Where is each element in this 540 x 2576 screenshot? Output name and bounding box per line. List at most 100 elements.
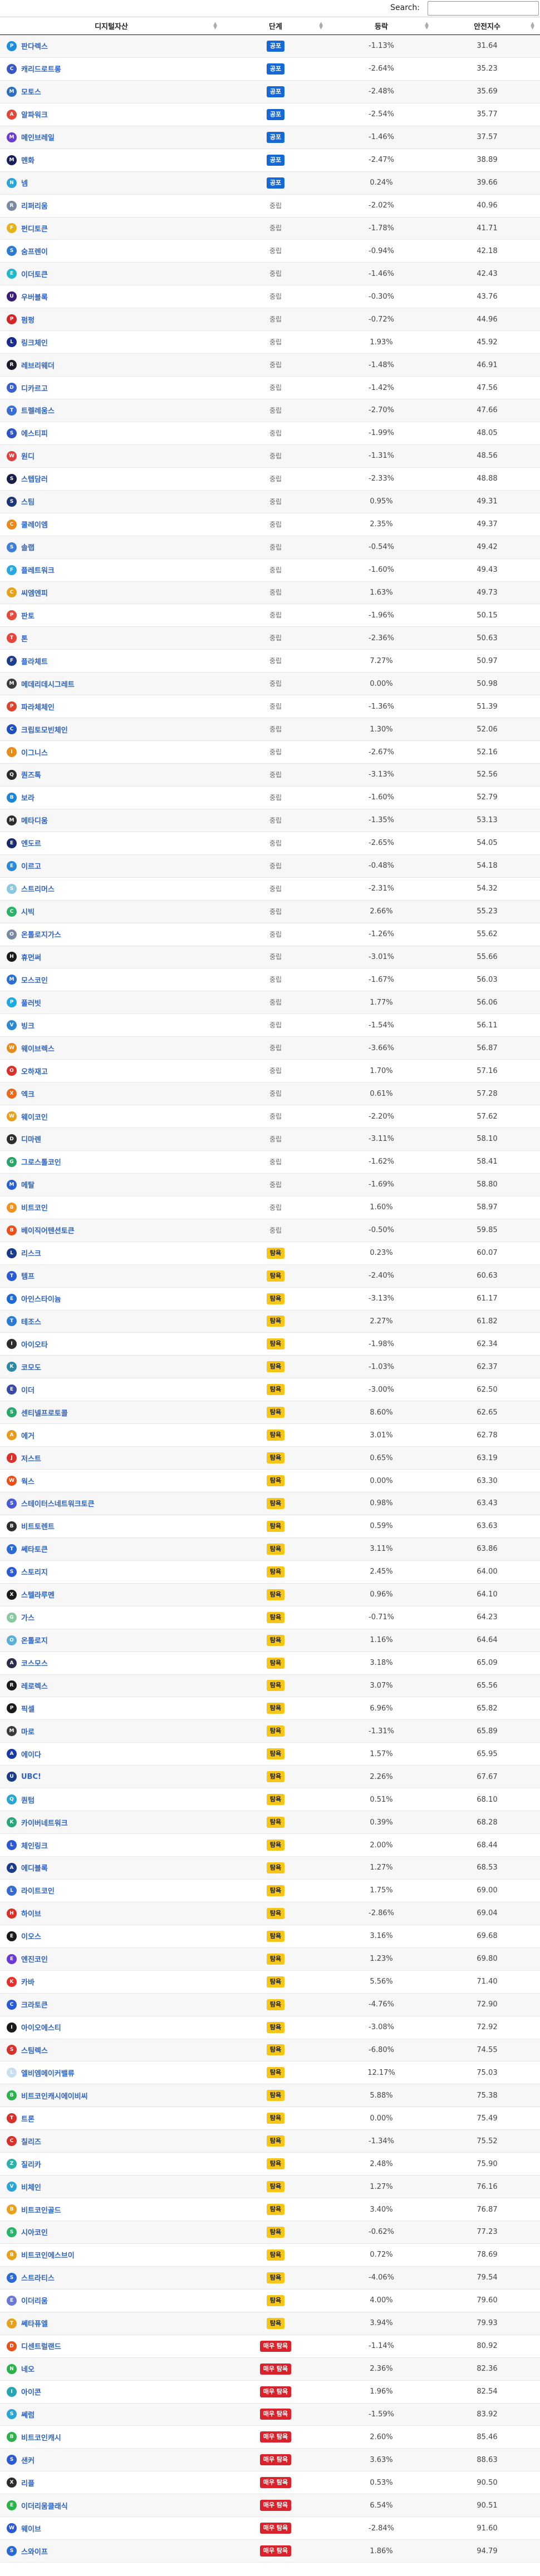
coin-link[interactable]: A 알파워크 (7, 109, 48, 120)
coin-link[interactable]: T 트렐레움스 (7, 405, 55, 416)
coin-link[interactable]: A 에디블록 (7, 1862, 48, 1873)
coin-link[interactable]: T 쎄타퓨엘 (7, 2318, 48, 2328)
coin-link[interactable]: C 쿨레이엠 (7, 519, 48, 530)
coin-link[interactable]: T 쎄타토큰 (7, 1544, 48, 1554)
coin-link[interactable]: P 파라체체인 (7, 701, 55, 712)
coin-link[interactable]: A 코스모스 (7, 1658, 48, 1668)
coin-link[interactable]: O 온톨로지 (7, 1635, 48, 1645)
coin-link[interactable]: S 솔랩 (7, 542, 35, 552)
coin-link[interactable]: P 픽셀 (7, 1703, 35, 1714)
coin-link[interactable]: S 스텝담러 (7, 473, 48, 484)
coin-link[interactable]: X 스텔라루멘 (7, 1589, 55, 1600)
coin-link[interactable]: M 마로 (7, 1726, 35, 1737)
coin-link[interactable]: L 체인링크 (7, 1840, 48, 1851)
coin-link[interactable]: L 리스크 (7, 1248, 41, 1258)
coin-link[interactable]: O 오하재고 (7, 1066, 48, 1076)
coin-link[interactable]: E 이르고 (7, 861, 41, 871)
coin-link[interactable]: M 메인브레일 (7, 132, 55, 142)
coin-link[interactable]: D 디센트럴랜드 (7, 2341, 61, 2351)
coin-link[interactable]: E 엔도르 (7, 838, 41, 848)
coin-link[interactable]: F 플레트워크 (7, 565, 55, 575)
coin-link[interactable]: Q 퀀텀 (7, 1794, 35, 1805)
coin-link[interactable]: P 풀러빗 (7, 997, 41, 1008)
coin-link[interactable]: F 플라체트 (7, 656, 48, 666)
coin-link[interactable]: B 비트코인캐시에이비씨 (7, 2090, 88, 2101)
coin-link[interactable]: F 펀디토큰 (7, 223, 48, 234)
coin-link[interactable]: P 펌펑 (7, 314, 35, 325)
coin-link[interactable]: A 에이다 (7, 1749, 41, 1759)
coin-link[interactable]: T 트론 (7, 2113, 35, 2124)
coin-link[interactable]: H 하이브 (7, 1908, 41, 1919)
coin-link[interactable]: C 칠리즈 (7, 2136, 41, 2147)
coin-link[interactable]: C 캐리드로트롱 (7, 63, 61, 74)
coin-link[interactable]: N넴 (7, 177, 28, 188)
coin-link[interactable]: B 비트코인에스브이 (7, 2249, 75, 2260)
coin-link[interactable]: P 판다렉스 (7, 41, 48, 51)
coin-link[interactable]: E 이더리움 (7, 2295, 48, 2306)
coin-link[interactable]: E 이오스 (7, 1931, 41, 1941)
coin-link[interactable]: L 링크체인 (7, 337, 48, 348)
coin-link[interactable]: R 리퍼리움 (7, 200, 48, 211)
coin-link[interactable]: E 이더 (7, 1385, 35, 1395)
coin-link[interactable]: I 아이오에스티 (7, 2022, 61, 2033)
coin-link[interactable]: S 시아코인 (7, 2227, 48, 2237)
search-input[interactable] (428, 1, 539, 16)
coin-link[interactable]: S 스와이프 (7, 2546, 48, 2557)
coin-link[interactable]: S 센티넬프로토콜 (7, 1407, 68, 1418)
coin-link[interactable]: B 비트코인 (7, 1202, 48, 1213)
coin-link[interactable]: V 빙크 (7, 1020, 35, 1031)
coin-link[interactable]: S 스팀 (7, 496, 35, 507)
coin-link[interactable]: U 우버블록 (7, 291, 48, 302)
coin-link[interactable]: C 씨엠엔피 (7, 587, 48, 598)
coin-link[interactable]: Q 퀀즈톡 (7, 769, 41, 780)
coin-link[interactable]: N 네오 (7, 2364, 35, 2374)
coin-link[interactable]: T 템프 (7, 1270, 35, 1281)
coin-link[interactable]: T 테조스 (7, 1316, 41, 1327)
coin-link[interactable]: P 판토 (7, 610, 35, 621)
coin-link[interactable]: O 온톨로지가스 (7, 929, 61, 940)
coin-link[interactable]: D 디마렌 (7, 1134, 41, 1144)
coin-link[interactable]: B 비트코인캐시 (7, 2432, 61, 2442)
coin-link[interactable]: M 모스코인 (7, 975, 48, 985)
column-header-name[interactable]: 디지털자산 ▲ ▼ (0, 17, 223, 35)
coin-link[interactable]: W 웨이브렉스 (7, 1043, 55, 1054)
coin-link[interactable]: C 크립토모빈체인 (7, 724, 68, 735)
coin-link[interactable]: W 웍스 (7, 1476, 35, 1486)
coin-link[interactable]: J 저스트 (7, 1453, 41, 1463)
coin-link[interactable]: S 스토리지 (7, 1566, 48, 1577)
coin-link[interactable]: E 이더리움클래식 (7, 2500, 68, 2511)
coin-link[interactable]: I 아이콘 (7, 2386, 41, 2397)
coin-link[interactable]: D 디카르고 (7, 383, 48, 393)
coin-link[interactable]: E 이더토큰 (7, 269, 48, 279)
coin-link[interactable]: L 라이트코인 (7, 1885, 55, 1896)
coin-link[interactable]: S 스트라티스 (7, 2272, 55, 2283)
coin-link[interactable]: R 레브리웨더 (7, 360, 55, 370)
coin-link[interactable]: S 쎄럼 (7, 2409, 35, 2420)
coin-link[interactable]: M 메타디움 (7, 815, 48, 825)
coin-link[interactable]: M 메탈 (7, 1179, 35, 1190)
coin-link[interactable]: U UBC! (7, 1772, 41, 1782)
column-header-change[interactable]: 등락 ▲ ▼ (328, 17, 434, 35)
coin-link[interactable]: E 엔진코인 (7, 1954, 48, 1964)
coin-link[interactable]: K 카이버네트워크 (7, 1817, 68, 1828)
coin-link[interactable]: G 가스 (7, 1612, 35, 1623)
coin-link[interactable]: S 스테이터스네트워크토큰 (7, 1498, 95, 1509)
coin-link[interactable]: M 멘화 (7, 155, 35, 165)
coin-link[interactable]: W 웨이브 (7, 2523, 41, 2534)
coin-link[interactable]: S 스팀렉스 (7, 2045, 48, 2055)
coin-link[interactable]: B 비트토렌트 (7, 1521, 55, 1531)
coin-link[interactable]: V 비체인 (7, 2182, 41, 2192)
column-header-stage[interactable]: 단계 ▲ ▼ (223, 17, 328, 35)
coin-link[interactable]: K 코모도 (7, 1362, 41, 1372)
coin-link[interactable]: B 비트코인골드 (7, 2204, 61, 2215)
coin-link[interactable]: X 리플 (7, 2478, 35, 2488)
column-header-safety-index[interactable]: 안전지수 ▲ ▼ (434, 17, 540, 35)
coin-link[interactable]: S 스트리머스 (7, 883, 55, 894)
coin-link[interactable]: X 엑크 (7, 1089, 35, 1099)
coin-link[interactable]: H 휴먼써 (7, 952, 41, 962)
coin-link[interactable]: T톤 (7, 633, 28, 644)
coin-link[interactable]: R 레로렉스 (7, 1680, 48, 1691)
coin-link[interactable]: G 그로스톨코인 (7, 1156, 61, 1167)
coin-link[interactable]: E 아인스타이늄 (7, 1293, 61, 1304)
coin-link[interactable]: A 에거 (7, 1430, 35, 1441)
